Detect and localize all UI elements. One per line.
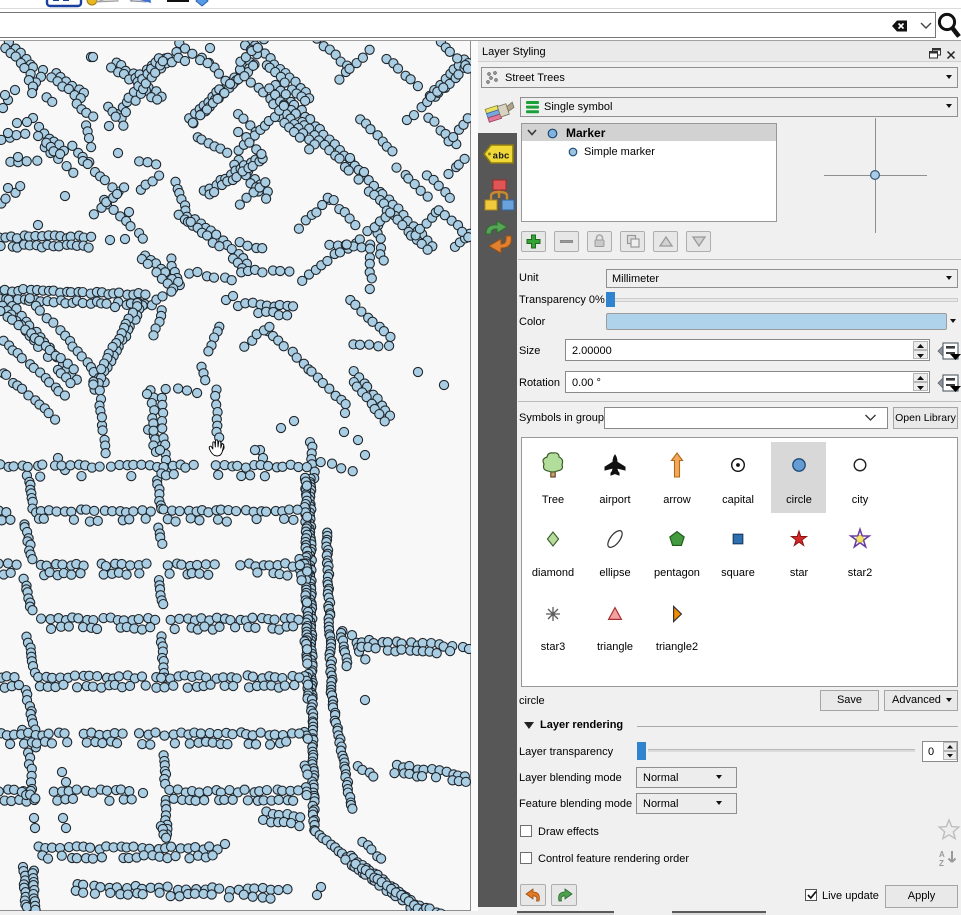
svg-text:Z: Z: [939, 859, 944, 868]
svg-text:A: A: [939, 850, 945, 859]
